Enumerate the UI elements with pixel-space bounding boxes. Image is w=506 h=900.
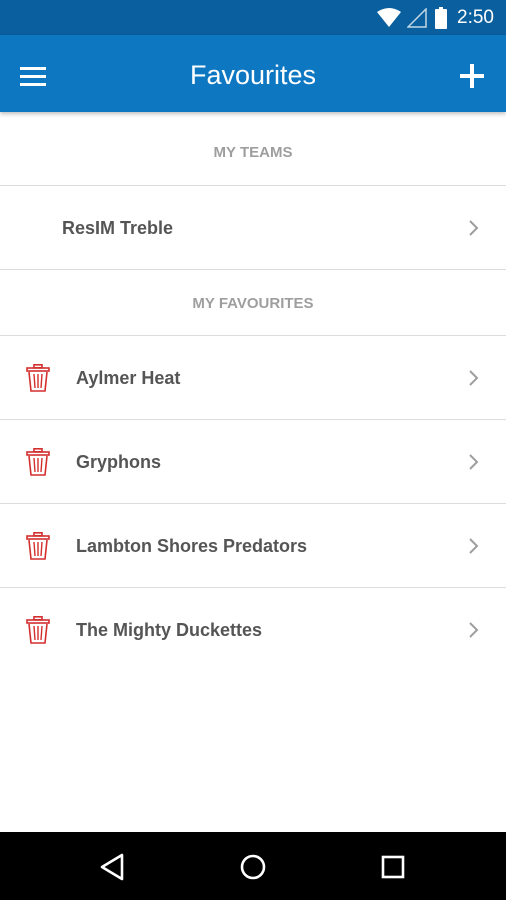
app-bar: Favourites bbox=[0, 35, 506, 112]
favourite-row-gryphons[interactable]: Gryphons bbox=[0, 420, 506, 504]
chevron-right-icon bbox=[468, 622, 480, 638]
favourite-row-aylmer-heat[interactable]: Aylmer Heat bbox=[0, 336, 506, 420]
cell-signal-icon bbox=[407, 7, 427, 28]
trash-icon[interactable] bbox=[26, 364, 50, 392]
favourite-row-the-mighty-duckettes[interactable]: The Mighty Duckettes bbox=[0, 588, 506, 671]
nav-back-button[interactable] bbox=[96, 850, 130, 884]
favourite-label: The Mighty Duckettes bbox=[76, 620, 263, 640]
favourite-label: Gryphons bbox=[76, 452, 162, 472]
favourites-list: MY TEAMS ResIM Treble MY FAVOURITES Aylm… bbox=[0, 112, 506, 671]
chevron-right-icon bbox=[468, 370, 480, 386]
favourite-row-lambton-shores-predators[interactable]: Lambton Shores Predators bbox=[0, 504, 506, 588]
page-title: Favourites bbox=[189, 60, 317, 90]
status-time: 2:50 bbox=[457, 6, 494, 28]
trash-icon[interactable] bbox=[26, 532, 50, 560]
battery-icon bbox=[435, 6, 448, 29]
home-circle-icon bbox=[236, 854, 270, 888]
nav-recents-button[interactable] bbox=[376, 850, 410, 884]
nav-home-button[interactable] bbox=[236, 850, 270, 884]
section-header-my-teams: MY TEAMS bbox=[0, 112, 506, 186]
favourite-label: Aylmer Heat bbox=[76, 368, 181, 388]
chevron-right-icon bbox=[468, 220, 480, 236]
trash-icon[interactable] bbox=[26, 448, 50, 476]
recents-square-icon bbox=[376, 855, 410, 888]
wifi-icon bbox=[377, 7, 402, 28]
status-bar: 2:50 bbox=[0, 0, 506, 35]
chevron-right-icon bbox=[468, 454, 480, 470]
team-label: ResIM Treble bbox=[62, 218, 174, 238]
favourite-label: Lambton Shores Predators bbox=[76, 536, 308, 556]
back-triangle-icon bbox=[96, 853, 130, 888]
plus-icon bbox=[452, 64, 492, 97]
chevron-right-icon bbox=[468, 538, 480, 554]
menu-icon bbox=[14, 67, 54, 97]
menu-button[interactable] bbox=[14, 53, 54, 93]
section-header-my-favourites: MY FAVOURITES bbox=[0, 270, 506, 336]
status-icons: 2:50 bbox=[377, 0, 494, 35]
team-row-resim-treble[interactable]: ResIM Treble bbox=[0, 186, 506, 270]
system-nav-bar bbox=[0, 832, 506, 900]
add-favourite-button[interactable] bbox=[452, 53, 492, 93]
trash-icon[interactable] bbox=[26, 616, 50, 644]
